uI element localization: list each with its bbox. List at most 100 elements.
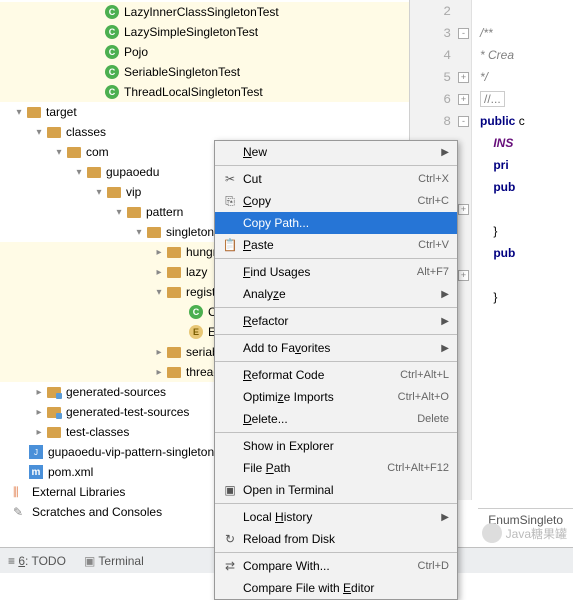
menu-item-reload-from-disk[interactable]: ↻Reload from Disk	[215, 528, 457, 550]
folder-icon	[46, 124, 62, 140]
code-fold[interactable]: //...	[480, 91, 505, 107]
menu-item-label: Delete...	[239, 412, 417, 426]
tree-arrow-icon[interactable]: ▾	[134, 227, 144, 238]
tree-item-label: vip	[126, 185, 141, 199]
folder-icon	[166, 264, 182, 280]
terminal-tool-button[interactable]: ▣ Terminal	[84, 554, 144, 568]
tree-item[interactable]: CThreadLocalSingletonTest	[0, 82, 409, 102]
tree-arrow-icon[interactable]: ▸	[154, 347, 164, 358]
tree-arrow-icon[interactable]: ▸	[154, 247, 164, 258]
menu-item-icon: ✂	[221, 172, 239, 186]
tree-arrow-icon[interactable]: ▸	[34, 407, 44, 418]
folder-icon	[126, 204, 142, 220]
tree-item-label: LazySimpleSingletonTest	[124, 25, 258, 39]
folder-icon	[26, 104, 42, 120]
submenu-arrow-icon: ▶	[441, 147, 449, 158]
menu-item-copy-path[interactable]: Copy Path...	[215, 212, 457, 234]
tree-item-label: Scratches and Consoles	[32, 505, 162, 519]
menu-item-shortcut: Delete	[417, 413, 449, 425]
tree-item-label: generated-test-sources	[66, 405, 189, 419]
enum-icon: E	[188, 324, 204, 340]
tree-arrow-icon[interactable]: ▸	[154, 367, 164, 378]
tree-arrow-icon[interactable]: ▾	[74, 167, 84, 178]
menu-item-shortcut: Ctrl+D	[418, 560, 449, 572]
menu-item-shortcut: Ctrl+X	[418, 173, 449, 185]
tree-arrow-icon[interactable]: ▾	[114, 207, 124, 218]
code-line: }	[493, 290, 497, 304]
folderblue-icon	[46, 404, 62, 420]
menu-item-label: Compare File with Editor	[239, 581, 449, 595]
menu-item-open-in-terminal[interactable]: ▣Open in Terminal	[215, 479, 457, 501]
folder-icon	[46, 424, 62, 440]
watermark-icon	[482, 523, 502, 543]
menu-item-label: Optimize Imports	[239, 390, 398, 404]
tree-arrow-icon[interactable]: ▸	[154, 267, 164, 278]
menu-item-local-history[interactable]: Local History▶	[215, 506, 457, 528]
code-line: pri	[493, 158, 508, 172]
menu-item-refactor[interactable]: Refactor▶	[215, 310, 457, 332]
menu-item-delete[interactable]: Delete...Delete	[215, 408, 457, 430]
tree-arrow-icon[interactable]: ▾	[34, 127, 44, 138]
menu-item-label: Copy Path...	[239, 216, 449, 230]
menu-item-label: Add to Favorites	[239, 341, 441, 355]
menu-item-new[interactable]: New▶	[215, 141, 457, 163]
menu-item-find-usages[interactable]: Find UsagesAlt+F7	[215, 261, 457, 283]
menu-item-file-path[interactable]: File PathCtrl+Alt+F12	[215, 457, 457, 479]
menu-item-reformat-code[interactable]: Reformat CodeCtrl+Alt+L	[215, 364, 457, 386]
menu-item-paste[interactable]: 📋PasteCtrl+V	[215, 234, 457, 256]
code-line: }	[493, 224, 497, 238]
code-line: */	[480, 70, 488, 84]
class-icon: C	[188, 304, 204, 320]
folder-icon	[146, 224, 162, 240]
menu-item-copy[interactable]: ⎘CopyCtrl+C	[215, 190, 457, 212]
tree-item-label: com	[86, 145, 109, 159]
tree-arrow-icon[interactable]: ▾	[54, 147, 64, 158]
code-line: pub	[493, 180, 515, 194]
fold-icon[interactable]: +	[458, 204, 469, 215]
tree-item-label: test-classes	[66, 425, 129, 439]
context-menu: New▶✂CutCtrl+X⎘CopyCtrl+CCopy Path...📋Pa…	[214, 140, 458, 600]
gutter-line: 5+	[410, 66, 471, 88]
menu-item-label: New	[239, 145, 441, 159]
menu-item-optimize-imports[interactable]: Optimize ImportsCtrl+Alt+O	[215, 386, 457, 408]
lib-icon: ⫼	[12, 484, 28, 500]
fold-icon[interactable]: +	[458, 94, 469, 105]
menu-item-cut[interactable]: ✂CutCtrl+X	[215, 168, 457, 190]
fold-icon[interactable]: +	[458, 72, 469, 83]
menu-item-label: Open in Terminal	[239, 483, 449, 497]
tree-item[interactable]: C LazySimpleSingletonTest	[0, 22, 409, 42]
menu-item-analyze[interactable]: Analyze▶	[215, 283, 457, 305]
code-line: * Crea	[480, 48, 514, 62]
menu-item-label: Copy	[239, 194, 418, 208]
menu-item-label: Paste	[239, 238, 418, 252]
fold-icon[interactable]: -	[458, 116, 469, 127]
tree-arrow-icon[interactable]: ▾	[94, 187, 104, 198]
watermark: Java糖果罐	[482, 523, 567, 543]
fold-icon[interactable]: +	[458, 270, 469, 281]
menu-item-compare-with[interactable]: ⇄Compare With...Ctrl+D	[215, 555, 457, 577]
tree-arrow-icon[interactable]: ▾	[154, 287, 164, 298]
tree-arrow-icon[interactable]: ▸	[34, 427, 44, 438]
menu-item-add-to-favorites[interactable]: Add to Favorites▶	[215, 337, 457, 359]
menu-item-shortcut: Alt+F7	[417, 266, 449, 278]
tree-item[interactable]: ▾target	[0, 102, 409, 122]
tree-arrow-icon[interactable]: ▾	[14, 107, 24, 118]
code-area[interactable]: /** * Crea */ //... public c INS pri pub…	[480, 0, 525, 308]
submenu-arrow-icon: ▶	[441, 343, 449, 354]
tree-item[interactable]: CLazyInnerClassSingletonTest	[0, 2, 409, 22]
tree-item[interactable]: CSeriableSingletonTest	[0, 62, 409, 82]
menu-item-shortcut: Ctrl+V	[418, 239, 449, 251]
menu-item-label: Refactor	[239, 314, 441, 328]
folder-icon	[86, 164, 102, 180]
class-icon: C	[104, 24, 120, 40]
tree-item[interactable]: ▾classes	[0, 122, 409, 142]
menu-item-compare-file-with-editor[interactable]: Compare File with Editor	[215, 577, 457, 599]
code-line: public	[480, 114, 515, 128]
tree-item-label: SeriableSingletonTest	[124, 65, 240, 79]
menu-item-label: Reformat Code	[239, 368, 400, 382]
tree-arrow-icon[interactable]: ▸	[34, 387, 44, 398]
menu-item-show-in-explorer[interactable]: Show in Explorer	[215, 435, 457, 457]
tree-item[interactable]: CPojo	[0, 42, 409, 62]
todo-tool-button[interactable]: ≡ 6: TODO	[8, 554, 66, 568]
fold-icon[interactable]: -	[458, 28, 469, 39]
